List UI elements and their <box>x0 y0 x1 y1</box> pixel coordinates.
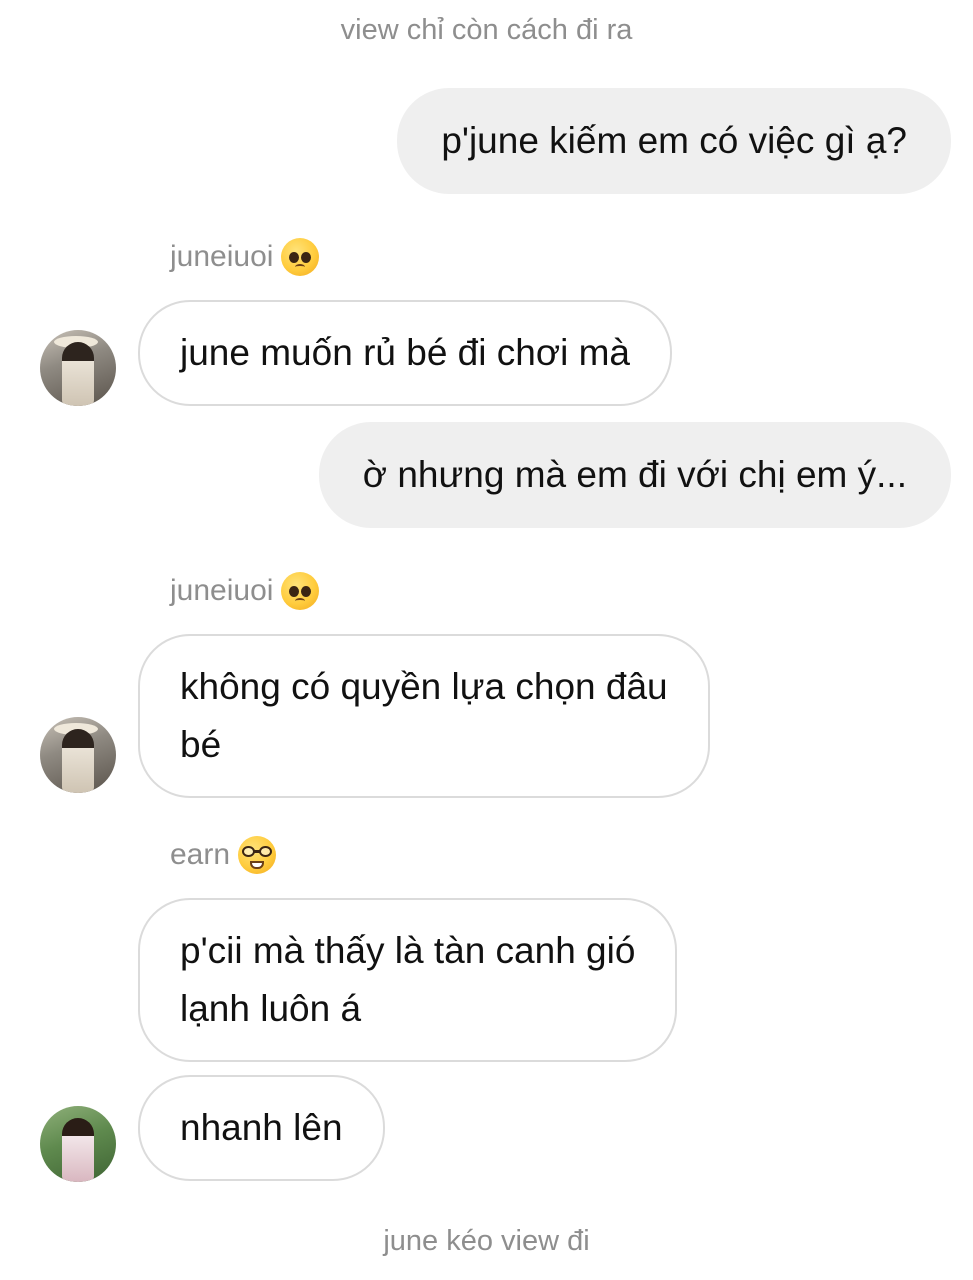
pleading-face-icon <box>281 572 320 610</box>
message-bubble-outgoing[interactable]: p'june kiếm em có việc gì ạ? <box>397 88 951 194</box>
avatar[interactable] <box>40 1106 116 1182</box>
message-bubble-incoming[interactable]: p'cii mà thấy là tàn canh gió lạnh luôn … <box>138 898 678 1062</box>
sender-name: juneiuoi <box>170 240 274 273</box>
sender-name: earn <box>170 838 231 871</box>
sender-name-row: juneiuoi <box>170 238 320 276</box>
message-bubble-incoming[interactable]: nhanh lên <box>138 1075 385 1181</box>
pleading-face-icon <box>281 238 320 276</box>
message-bubble-incoming[interactable]: không có quyền lựa chọn đâu bé <box>138 634 710 798</box>
top-system-note: view chỉ còn cách đi ra <box>340 14 633 46</box>
sender-name-row: earn <box>170 836 277 874</box>
message-bubble-incoming[interactable]: june muốn rủ bé đi chơi mà <box>138 300 672 406</box>
avatar[interactable] <box>40 330 116 406</box>
avatar[interactable] <box>40 717 116 793</box>
sender-name-row: juneiuoi <box>170 572 320 610</box>
bottom-system-note: june kéo view đi <box>383 1225 590 1257</box>
sender-name: juneiuoi <box>170 574 274 607</box>
message-bubble-outgoing[interactable]: ờ nhưng mà em đi với chị em ý... <box>318 422 951 528</box>
nerd-face-icon <box>238 836 277 874</box>
